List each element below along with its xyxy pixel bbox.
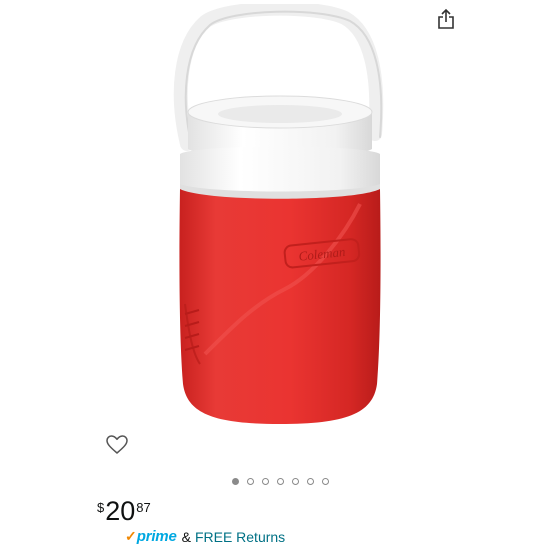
share-button[interactable] xyxy=(433,6,459,32)
product-image[interactable]: Coleman xyxy=(165,1,395,454)
prime-logo: prime xyxy=(136,528,177,545)
price: $ 20 87 xyxy=(97,496,151,526)
price-symbol: $ xyxy=(97,500,105,515)
carousel-dot[interactable] xyxy=(306,478,314,485)
price-whole: 20 xyxy=(105,496,136,526)
carousel-dot[interactable] xyxy=(291,478,299,485)
connector-text: & xyxy=(181,528,191,545)
share-icon xyxy=(438,8,454,29)
carousel-dot[interactable] xyxy=(246,478,254,485)
free-returns-link[interactable]: FREE Returns xyxy=(195,529,285,545)
carousel-dot[interactable] xyxy=(261,478,269,485)
delivery-line: ✓ prime & FREE Returns xyxy=(125,528,285,545)
wishlist-button[interactable] xyxy=(104,432,130,458)
price-fraction: 87 xyxy=(136,500,151,515)
carousel-dot[interactable] xyxy=(276,478,284,485)
image-carousel-dots xyxy=(0,478,560,485)
prime-check-icon: ✓ xyxy=(125,528,137,544)
carousel-dot[interactable] xyxy=(321,478,329,485)
heart-outline-icon xyxy=(106,435,128,454)
carousel-dot[interactable] xyxy=(231,478,239,485)
